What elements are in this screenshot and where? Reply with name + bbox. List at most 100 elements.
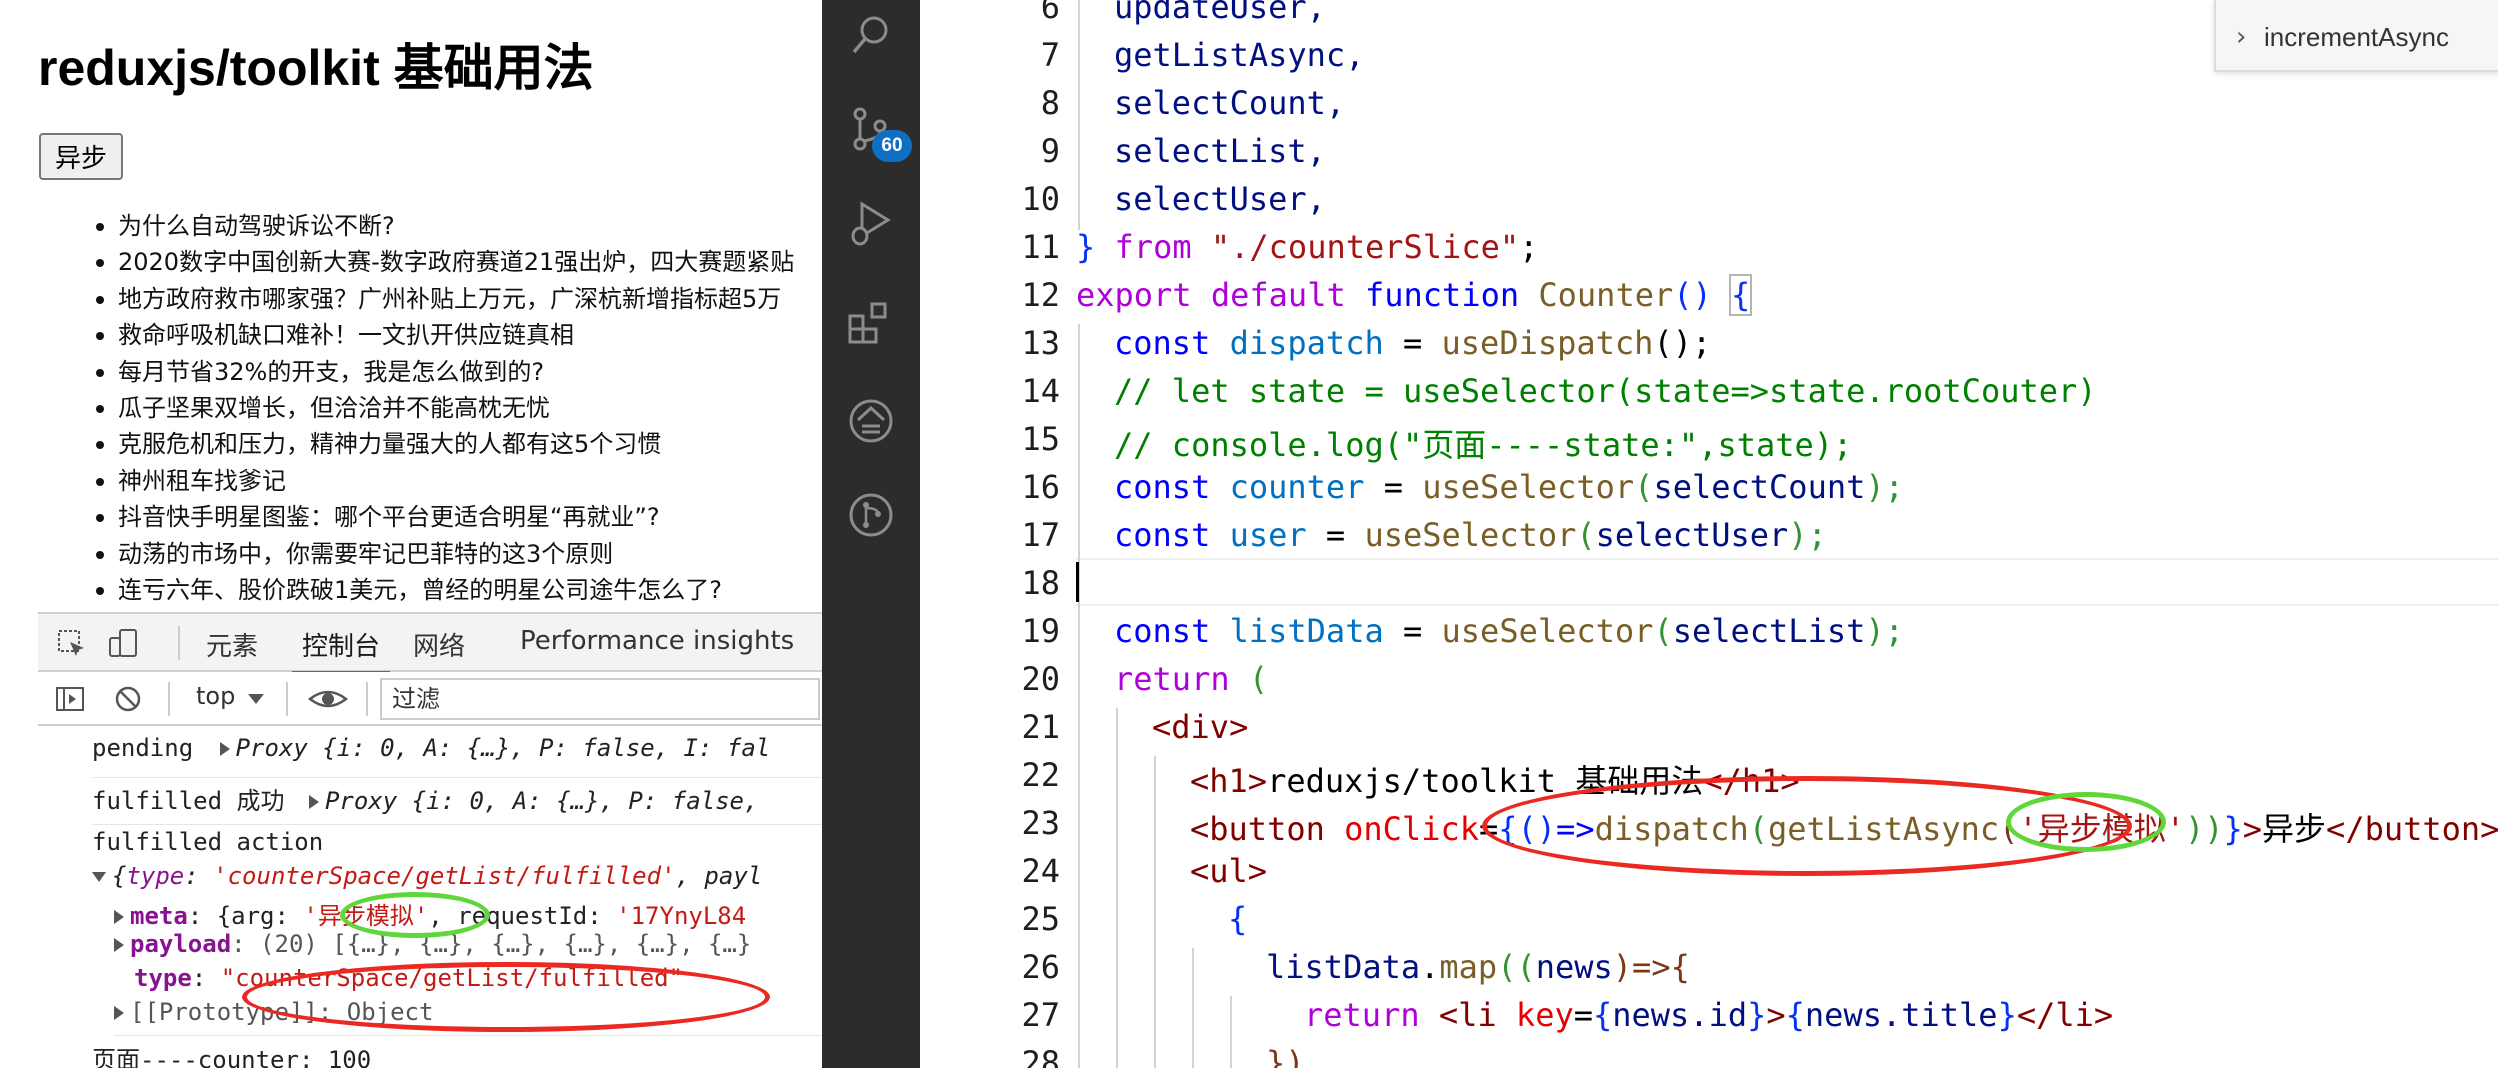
token: { — [1592, 996, 1613, 1034]
collapse-triangle-icon[interactable] — [92, 872, 106, 882]
line-number: 21 — [1021, 708, 1060, 746]
expand-triangle-icon[interactable] — [308, 795, 319, 809]
search-icon[interactable] — [846, 10, 896, 60]
expand-triangle-icon[interactable] — [114, 1006, 124, 1020]
expand-triangle-icon[interactable] — [219, 742, 230, 756]
inspect-element-icon[interactable] — [56, 628, 88, 660]
run-debug-icon[interactable] — [846, 198, 896, 248]
extensions-icon[interactable] — [846, 298, 896, 348]
tab-network[interactable]: 网络 — [413, 626, 465, 663]
browser-window: reduxjs/toolkit 基础用法 异步 为什么自动驾驶诉讼不断? 202… — [0, 0, 822, 1068]
clear-console-icon[interactable] — [112, 683, 144, 715]
object-tree-root[interactable]: {type: 'counterSpace/getList/fulfilled',… — [92, 862, 822, 896]
console-message: fulfilled action — [92, 828, 822, 862]
breadcrumb-label[interactable]: incrementAsync — [2264, 22, 2449, 53]
token: = — [1364, 468, 1423, 506]
code-line-8: selectCount, — [1114, 84, 1346, 122]
line-number: 6 — [1040, 0, 1060, 26]
sidebar-toggle-icon[interactable] — [54, 683, 86, 715]
tab-elements[interactable]: 元素 — [206, 626, 258, 663]
indent-guide — [1116, 708, 1118, 1068]
log-label: pending — [92, 734, 194, 762]
code-line-13: const dispatch = useDispatch(); — [1114, 324, 1711, 362]
line-number: 27 — [1021, 996, 1060, 1034]
token: (( — [1497, 948, 1536, 986]
line-number-gutter: 6 7 8 9 10 11 12 13 14 15 16 17 18 19 20… — [920, 0, 1060, 1068]
log-object[interactable]: Proxy — [325, 787, 397, 815]
token: const — [1114, 516, 1211, 554]
expand-triangle-icon[interactable] — [114, 910, 124, 924]
token: > — [1766, 996, 1786, 1034]
token: </li> — [2016, 996, 2114, 1034]
code-line-14: // let state = useSelector(state=>state.… — [1114, 372, 2097, 410]
token: useSelector — [1441, 612, 1654, 650]
token: listData — [1229, 612, 1384, 650]
list-item: 神州租车找爹记 — [96, 463, 822, 499]
list-item: 动荡的市场中，你需要牢记巴菲特的这3个原则 — [96, 536, 822, 572]
line-number: 24 — [1021, 852, 1060, 890]
code-editor[interactable]: 6 7 8 9 10 11 12 13 14 15 16 17 18 19 20… — [920, 0, 2498, 1068]
token: selectCount — [1653, 468, 1866, 506]
code-line-11: } from "./counterSlice"; — [1076, 228, 1538, 266]
list-item: 克服危机和压力，精神力量强大的人都有这5个习惯 — [96, 426, 822, 462]
token: const — [1114, 612, 1211, 650]
async-button[interactable]: 异步 — [39, 133, 123, 180]
chevron-right-icon: › — [2236, 22, 2247, 52]
code-line-10: selectUser, — [1114, 180, 1326, 218]
token: dispatch — [1229, 324, 1384, 362]
log-object[interactable]: Proxy — [236, 734, 308, 762]
line-number: 9 — [1040, 132, 1060, 170]
token: < — [1190, 810, 1210, 848]
indent-guide — [1192, 948, 1194, 1068]
list-item: 2020数字中国创新大赛-数字政府赛道21强出炉，四大赛题紧贴 — [96, 244, 822, 280]
device-toolbar-icon[interactable] — [108, 628, 140, 660]
divider — [366, 682, 368, 716]
object-property-payload[interactable]: payload: (20) [{…}, {…}, {…}, {…}, {…}, … — [114, 930, 822, 964]
line-number: 23 — [1021, 804, 1060, 842]
token: button — [1209, 810, 1325, 848]
token: )) — [2184, 810, 2224, 848]
remote-icon[interactable] — [846, 396, 896, 446]
indent-guide — [1154, 756, 1156, 1068]
object-preview-tail: , payl — [675, 862, 763, 890]
line-number: 12 — [1021, 276, 1060, 314]
line-number: 17 — [1021, 516, 1060, 554]
tab-console[interactable]: 控制台 — [291, 626, 391, 675]
news-list: 为什么自动驾驶诉讼不断? 2020数字中国创新大赛-数字政府赛道21强出炉，四大… — [96, 208, 822, 608]
context-selector[interactable]: top — [196, 682, 235, 710]
token: )=> — [1612, 948, 1671, 986]
tab-performance-insights[interactable]: Performance insights — [520, 626, 794, 656]
token: > — [1229, 708, 1249, 746]
token: { — [1670, 948, 1690, 986]
token: useSelector — [1422, 468, 1635, 506]
token: < — [1152, 708, 1172, 746]
eye-icon[interactable] — [308, 683, 348, 715]
token: (); — [1653, 324, 1712, 362]
token: } — [1997, 996, 2017, 1034]
token: . — [1420, 948, 1440, 986]
scm-count-badge: 60 — [872, 130, 912, 162]
line-number: 22 — [1021, 756, 1060, 794]
filter-input[interactable] — [380, 678, 820, 720]
expand-triangle-icon[interactable] — [114, 938, 124, 952]
token: { — [1729, 274, 1753, 316]
annotation-green-ellipse — [340, 892, 490, 938]
token: 异步 — [2262, 810, 2327, 848]
line-number: 10 — [1021, 180, 1060, 218]
object-key: type — [126, 862, 185, 890]
line-number-current: 18 — [1021, 564, 1060, 602]
token: = — [1383, 612, 1442, 650]
code-line-17: const user = useSelector(selectUser); — [1114, 516, 1827, 554]
divider — [286, 682, 288, 716]
token: "./counterSlice" — [1210, 228, 1520, 266]
line-number: 20 — [1021, 660, 1060, 698]
list-item: 救命呼吸机缺口难补！一文扒开供应链真相 — [96, 317, 822, 353]
code-text[interactable]: updateUser, getListAsync, selectCount, s… — [1076, 0, 2498, 1068]
token: listData — [1266, 948, 1421, 986]
sticky-scroll-breadcrumb[interactable]: › incrementAsync — [2214, 0, 2498, 72]
git-graph-icon[interactable] — [846, 490, 896, 540]
token: useDispatch — [1441, 324, 1654, 362]
indent-guide — [1230, 996, 1232, 1068]
token: map — [1439, 948, 1498, 986]
code-line-7: getListAsync, — [1114, 36, 1365, 74]
